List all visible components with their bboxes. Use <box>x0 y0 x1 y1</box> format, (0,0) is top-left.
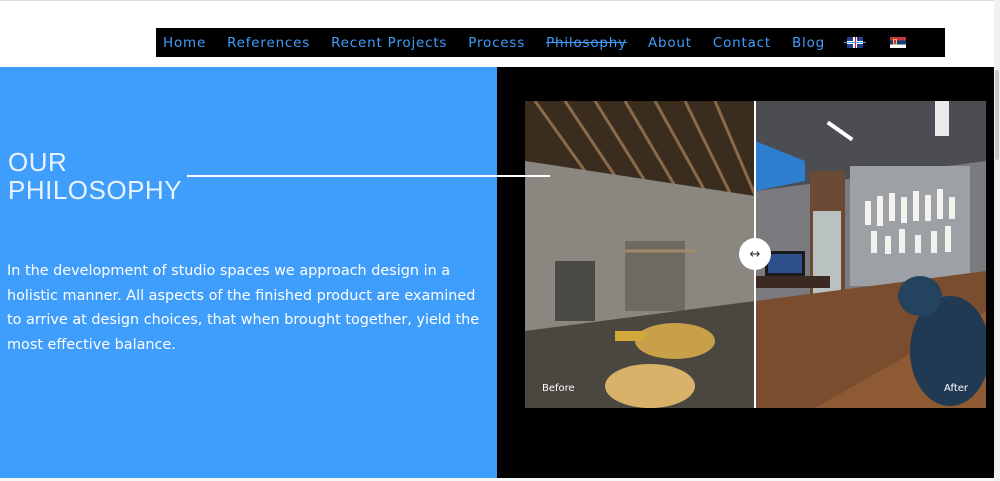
heading-rule <box>187 175 550 177</box>
nav-home-link[interactable]: Home <box>163 35 206 51</box>
top-border <box>0 0 1000 1</box>
section-heading: OUR PHILOSOPHY <box>8 148 182 204</box>
before-after-slider[interactable]: ↔ Before After <box>525 101 986 408</box>
nav-recent-projects-link[interactable]: Recent Projects <box>331 35 447 51</box>
after-photo <box>755 101 986 408</box>
english-flag-icon[interactable] <box>844 37 867 48</box>
scrollbar-thumb[interactable] <box>995 70 999 160</box>
nav-about-link[interactable]: About <box>648 35 692 51</box>
main-navigation: Home References Recent Projects Process … <box>156 28 945 57</box>
heading-line-philosophy: PHILOSOPHY <box>8 175 183 205</box>
nav-process-link[interactable]: Process <box>468 35 525 51</box>
nav-philosophy-link[interactable]: Philosophy <box>546 35 627 51</box>
serbian-flag-icon[interactable] <box>890 37 907 48</box>
nav-references-link[interactable]: References <box>227 35 310 51</box>
after-label: After <box>943 383 968 394</box>
horizontal-arrows-icon: ↔ <box>749 246 761 262</box>
page-scrollbar[interactable] <box>994 0 1000 481</box>
before-label: Before <box>542 383 575 394</box>
before-photo <box>525 101 755 408</box>
philosophy-paragraph: In the development of studio spaces we a… <box>7 263 480 353</box>
nav-contact-link[interactable]: Contact <box>713 35 771 51</box>
nav-blog-link[interactable]: Blog <box>792 35 825 51</box>
heading-line-our: OUR <box>8 147 68 177</box>
slider-handle[interactable]: ↔ <box>739 238 771 270</box>
